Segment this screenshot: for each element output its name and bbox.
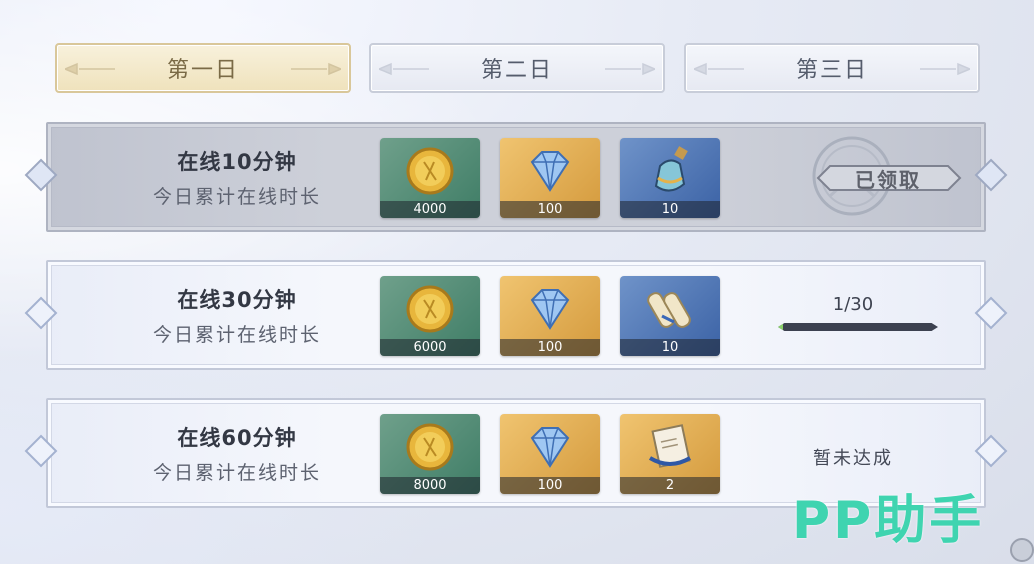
- scroll-icon: [647, 292, 691, 328]
- tab-day-3[interactable]: 第三日: [684, 43, 980, 93]
- reward-count: 4000: [380, 201, 480, 218]
- task-title: 在线10分钟: [177, 150, 297, 174]
- settings-icon[interactable]: [1010, 538, 1034, 562]
- reward-count: 6000: [380, 339, 480, 356]
- reward-count: 8000: [380, 477, 480, 494]
- diamond-ornament-icon: [974, 296, 1008, 330]
- tab-label: 第三日: [795, 58, 868, 83]
- task-subtitle: 今日累计在线时长: [152, 462, 321, 484]
- gold-coin-icon: [406, 147, 454, 195]
- ornament-icon: [291, 62, 341, 76]
- day-tabs: 第一日 第二日 第三日: [55, 43, 981, 95]
- reward-count: 100: [500, 477, 600, 494]
- diamond-icon: [530, 289, 570, 330]
- claimed-label: 已领取: [855, 167, 921, 192]
- watermark-logo: PP助手: [792, 491, 985, 551]
- tab-day-1[interactable]: 第一日: [55, 43, 351, 93]
- ornament-icon: [694, 62, 744, 76]
- diamond-icon: [530, 427, 570, 468]
- progress-bar: [778, 323, 938, 331]
- task-card-30min: 在线30分钟 今日累计在线时长 6000 100 10 1/30: [24, 256, 1008, 374]
- reward-count: 100: [500, 201, 600, 218]
- ornament-icon: [65, 62, 115, 76]
- reward-item[interactable]: 10: [620, 276, 720, 356]
- task-status: 已领取: [748, 118, 962, 236]
- diamond-ornament-icon: [24, 296, 58, 330]
- progress-text: 1/30: [832, 294, 874, 315]
- reward-item[interactable]: 100: [500, 414, 600, 494]
- reward-item[interactable]: 6000: [380, 276, 480, 356]
- ornament-icon: [379, 62, 429, 76]
- diamond-ornament-icon: [24, 158, 58, 192]
- reward-item[interactable]: 2: [620, 414, 720, 494]
- ornament-icon: [605, 62, 655, 76]
- task-status: 1/30: [748, 256, 958, 374]
- not-reached-label: 暂未达成: [813, 448, 893, 469]
- task-card-10min: 在线10分钟 今日累计在线时长 4000 100 10 已领取: [24, 118, 1008, 236]
- task-subtitle: 今日累计在线时长: [152, 186, 321, 208]
- potion-bottle-icon: [654, 146, 688, 192]
- task-title: 在线60分钟: [177, 426, 297, 450]
- ornament-icon: [920, 62, 970, 76]
- ticket-book-icon: [648, 424, 692, 468]
- reward-item[interactable]: 8000: [380, 414, 480, 494]
- reward-count: 10: [620, 201, 720, 218]
- diamond-ornament-icon: [974, 434, 1008, 468]
- diamond-ornament-icon: [974, 158, 1008, 192]
- tab-label: 第一日: [166, 58, 239, 83]
- reward-item[interactable]: 100: [500, 138, 600, 218]
- task-title: 在线30分钟: [177, 288, 297, 312]
- progress-fill: [778, 323, 784, 331]
- gold-coin-icon: [406, 423, 454, 471]
- diamond-ornament-icon: [24, 434, 58, 468]
- tab-day-2[interactable]: 第二日: [369, 43, 665, 93]
- diamond-icon: [530, 151, 570, 192]
- reward-count: 10: [620, 339, 720, 356]
- gold-coin-icon: [406, 285, 454, 333]
- task-subtitle: 今日累计在线时长: [152, 324, 321, 346]
- reward-count: 100: [500, 339, 600, 356]
- reward-count: 2: [620, 477, 720, 494]
- reward-item[interactable]: 4000: [380, 138, 480, 218]
- tab-label: 第二日: [480, 58, 553, 83]
- reward-item[interactable]: 100: [500, 276, 600, 356]
- reward-item[interactable]: 10: [620, 138, 720, 218]
